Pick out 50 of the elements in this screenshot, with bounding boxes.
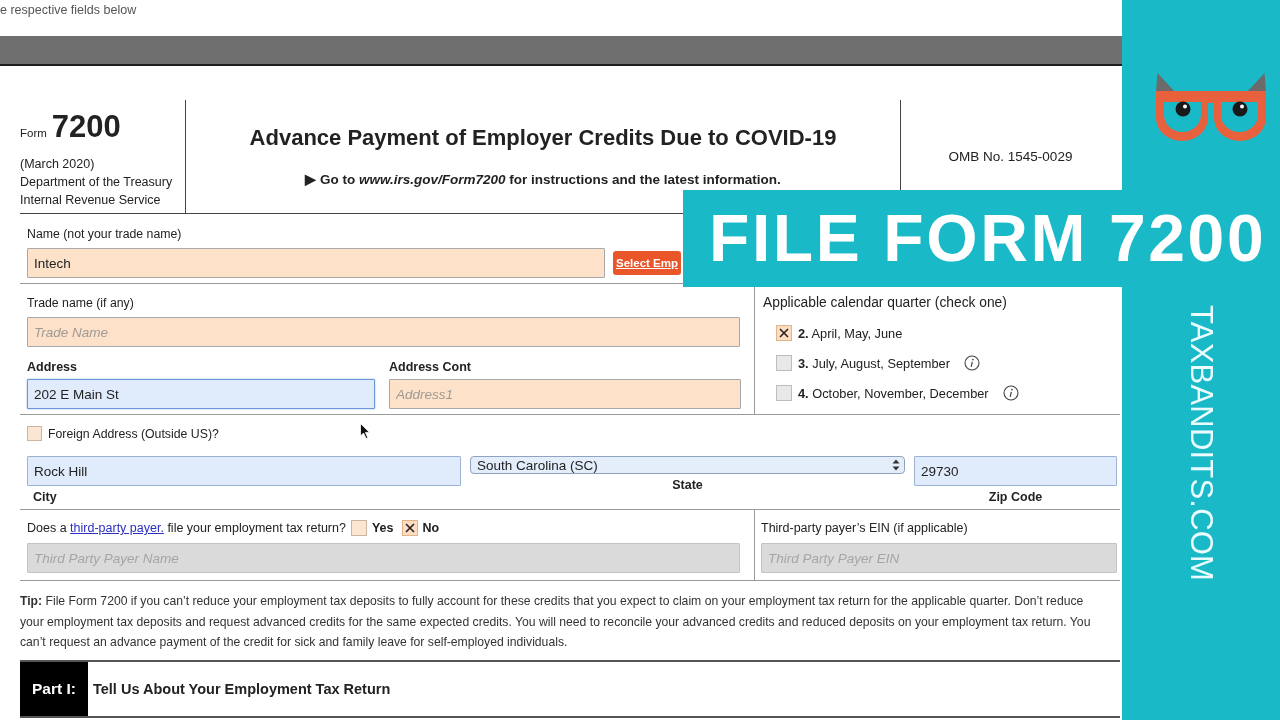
tip-paragraph: Tip: File Form 7200 if you can’t reduce your employment tax deposits to fully account for these credits that you expect to claim on your employment tax return for the applicable quarter. Don’t reduce your employment tax deposits and request advanced credits for the same expected credits. You will need to reconcile your advanced credits and reduced deposits on your employment tax return. You can’t request an advance payment of the credit for sick and family leave for self-employed individuals. [20, 593, 1092, 651]
state-select[interactable]: South Carolina (SC) [470, 456, 905, 474]
quarter-option-label: 3. July, August, September [798, 355, 950, 371]
field-label: City [33, 490, 57, 505]
third-party-question: Does a third-party payer. file your employment tax return? [27, 521, 346, 535]
omb-number: OMB No. 1545-0029 [948, 149, 1073, 164]
mouse-pointer-icon [360, 423, 370, 439]
form-number: 7200 [51, 109, 121, 145]
cross-mark-icon [404, 523, 415, 533]
field-label: Trade name (if any) [27, 296, 134, 310]
checkbox-label: No [422, 521, 440, 535]
name-field[interactable]: Intech [27, 248, 605, 278]
form-title: Advance Payment of Employer Credits Due to COVID-19 [249, 125, 837, 151]
field-label: Address [27, 360, 79, 375]
quarter-checkbox[interactable] [776, 325, 792, 341]
quarter-checkbox[interactable] [776, 355, 792, 371]
address-field[interactable]: 202 E Main St [27, 379, 375, 409]
field-label: State [672, 478, 703, 493]
quarter-heading: Applicable calendar quarter (check one) [763, 294, 1007, 312]
instructions-text: ▶ Go to www.irs.gov/Form7200 for instructions and the latest information. [305, 171, 781, 189]
checkbox-label: Yes [371, 521, 394, 535]
quarter-option-label: 4. October, November, December [798, 385, 989, 401]
address-cont-field[interactable]: Address1 [389, 379, 741, 409]
instruction-fragment: e respective fields below [0, 3, 137, 17]
select-arrows-icon [892, 459, 900, 471]
part-title: Tell Us About Your Employment Tax Return [93, 681, 391, 697]
form-label: Form [20, 127, 47, 139]
answer-checkbox[interactable] [401, 520, 418, 536]
quarter-option-label: 2. April, May, June [798, 325, 903, 341]
checkbox-label: Foreign Address (Outside US)? [48, 426, 219, 441]
foreign-address-checkbox[interactable] [27, 426, 42, 441]
field-label: Name (not your trade name) [27, 227, 182, 241]
quarter-checkbox[interactable] [776, 385, 792, 401]
field-label: Zip Code [988, 490, 1043, 505]
field-label: Address Cont [389, 360, 472, 375]
select-button[interactable]: Select Emp [613, 251, 681, 275]
answer-checkbox[interactable] [350, 520, 367, 536]
agency-name: Internal Revenue Service [20, 192, 161, 209]
cross-mark-icon [779, 328, 789, 338]
part-label: Part I: [20, 662, 88, 716]
city-field[interactable]: Rock Hill [27, 456, 461, 486]
field-label: Third-party payer’s EIN (if applicable) [761, 520, 968, 537]
revision-date: (March 2020) [20, 156, 95, 173]
third-party-payer-link[interactable]: third-party payer. [70, 521, 164, 535]
zip-code-field[interactable]: 29730 [914, 456, 1117, 486]
info-icon[interactable] [964, 355, 980, 371]
agency-name: Department of the Treasury [20, 174, 173, 191]
info-icon[interactable] [1002, 385, 1019, 401]
vertical-site-name: TAXBANDITS.COM [1186, 305, 1217, 582]
trade-name-field[interactable]: Trade Name [27, 317, 740, 347]
